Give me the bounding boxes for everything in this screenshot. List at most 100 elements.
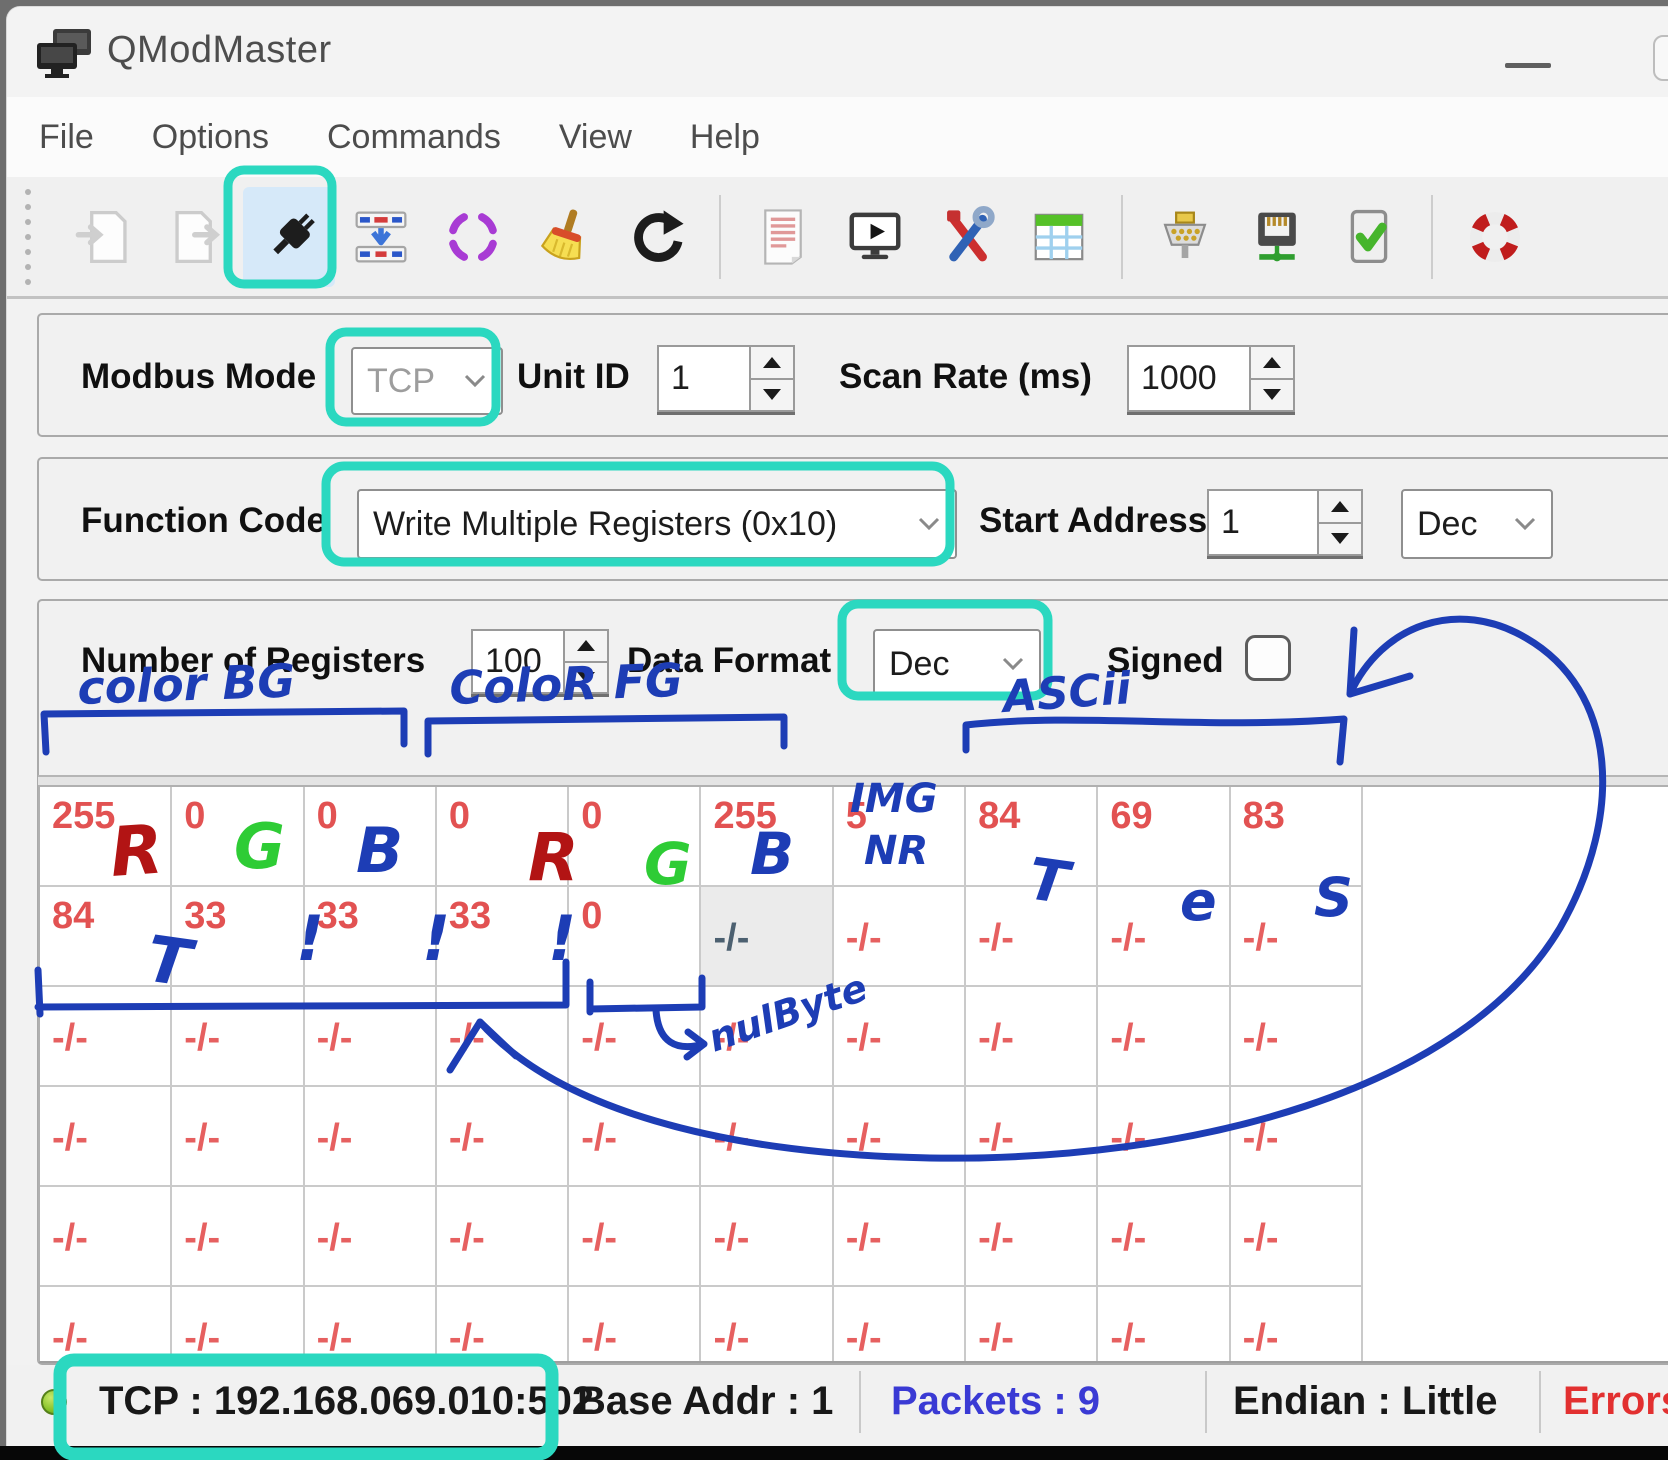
ok-settings-button[interactable] (1323, 187, 1415, 287)
scan-button[interactable] (427, 187, 519, 287)
menu-help[interactable]: Help (690, 118, 760, 157)
register-cell[interactable]: -/- (834, 887, 966, 987)
maximize-button[interactable] (1653, 35, 1668, 81)
clear-button[interactable] (519, 187, 611, 287)
register-cell[interactable]: -/- (1231, 1087, 1363, 1187)
signed-checkbox[interactable] (1245, 635, 1291, 681)
register-cell[interactable]: -/- (1098, 1287, 1230, 1363)
register-cell[interactable]: -/- (701, 1287, 833, 1363)
menu-view[interactable]: View (559, 118, 632, 157)
menu-commands[interactable]: Commands (327, 118, 501, 157)
register-cell[interactable]: -/- (834, 1187, 966, 1287)
register-cell[interactable]: -/- (701, 1087, 833, 1187)
register-cell[interactable]: -/- (1231, 887, 1363, 987)
register-cell[interactable]: -/- (701, 987, 833, 1087)
register-cell[interactable]: 0 (569, 887, 701, 987)
modbus-mode-select[interactable]: TCP (351, 347, 503, 415)
register-cell[interactable]: -/- (437, 987, 569, 1087)
register-cell[interactable]: -/- (1231, 987, 1363, 1087)
register-cell[interactable]: 0 (437, 787, 569, 887)
tools-button[interactable] (921, 187, 1013, 287)
spin-down-button[interactable] (563, 663, 609, 695)
register-cell[interactable]: 84 (966, 787, 1098, 887)
log-button[interactable] (737, 187, 829, 287)
spin-up-button[interactable] (563, 629, 609, 663)
register-cell[interactable]: 0 (305, 787, 437, 887)
spin-down-button[interactable] (1317, 524, 1363, 557)
spin-up-button[interactable] (1249, 345, 1295, 380)
register-cell[interactable]: -/- (437, 1187, 569, 1287)
register-cell[interactable]: 33 (305, 887, 437, 987)
start-address-format-select[interactable]: Dec (1401, 489, 1553, 559)
register-cell[interactable]: -/- (40, 1187, 172, 1287)
register-cell[interactable]: 5 (834, 787, 966, 887)
register-cell[interactable]: 0 (569, 787, 701, 887)
serial-settings-button[interactable] (1139, 187, 1231, 287)
minimize-button[interactable] (1505, 63, 1551, 68)
load-session-button[interactable] (59, 187, 151, 287)
register-cell[interactable]: -/- (1098, 987, 1230, 1087)
register-cell[interactable]: -/- (172, 1187, 304, 1287)
read-write-button[interactable] (335, 187, 427, 287)
register-cell[interactable]: -/- (701, 1187, 833, 1287)
network-settings-button[interactable] (1231, 187, 1323, 287)
toolbar-drag-handle[interactable] (25, 189, 31, 285)
register-cell[interactable]: -/- (1231, 1287, 1363, 1363)
save-session-button[interactable] (151, 187, 243, 287)
register-cell[interactable]: -/- (305, 1287, 437, 1363)
register-cell[interactable]: -/- (305, 1187, 437, 1287)
register-cell[interactable]: -/- (305, 1087, 437, 1187)
about-button[interactable] (1449, 187, 1541, 287)
register-cell[interactable]: -/- (172, 1287, 304, 1363)
register-cell[interactable]: -/- (569, 1287, 701, 1363)
register-cell[interactable]: -/- (966, 1287, 1098, 1363)
register-cell[interactable]: -/- (40, 987, 172, 1087)
reload-button[interactable] (611, 187, 703, 287)
menu-options[interactable]: Options (152, 118, 269, 157)
register-cell[interactable]: -/- (966, 1187, 1098, 1287)
register-cell[interactable]: -/- (834, 1087, 966, 1187)
register-cell[interactable]: -/- (437, 1287, 569, 1363)
data-format-select[interactable]: Dec (873, 629, 1041, 699)
register-cell[interactable]: -/- (966, 987, 1098, 1087)
register-cell[interactable]: 83 (1231, 787, 1363, 887)
bus-monitor-button[interactable] (829, 187, 921, 287)
register-cell[interactable]: -/- (834, 987, 966, 1087)
unit-id-stepper[interactable]: 1 (657, 345, 795, 415)
num-registers-stepper[interactable]: 100 (471, 629, 609, 697)
register-cell[interactable]: 33 (172, 887, 304, 987)
registers-view-button[interactable] (1013, 187, 1105, 287)
scan-rate-stepper[interactable]: 1000 (1127, 345, 1295, 415)
register-cell[interactable]: 69 (1098, 787, 1230, 887)
register-cell[interactable]: 84 (40, 887, 172, 987)
spin-down-button[interactable] (1249, 380, 1295, 413)
register-cell[interactable]: -/- (834, 1287, 966, 1363)
register-cell[interactable]: -/- (966, 1087, 1098, 1187)
function-code-select[interactable]: Write Multiple Registers (0x10) (357, 489, 957, 559)
register-cell[interactable]: -/- (40, 1087, 172, 1187)
start-address-stepper[interactable]: 1 (1207, 489, 1363, 559)
register-cell[interactable]: 255 (701, 787, 833, 887)
register-cell[interactable]: -/- (966, 887, 1098, 987)
menu-file[interactable]: File (39, 118, 94, 157)
register-cell[interactable]: -/- (701, 887, 833, 987)
spin-down-button[interactable] (749, 380, 795, 413)
register-cell[interactable]: -/- (569, 1187, 701, 1287)
register-cell[interactable]: -/- (569, 1087, 701, 1187)
register-cell[interactable]: -/- (1098, 887, 1230, 987)
register-cell[interactable]: 255 (40, 787, 172, 887)
register-cell[interactable]: -/- (437, 1087, 569, 1187)
register-cell[interactable]: -/- (305, 987, 437, 1087)
register-cell[interactable]: -/- (40, 1287, 172, 1363)
register-cell[interactable]: -/- (1098, 1087, 1230, 1187)
register-cell[interactable]: -/- (1098, 1187, 1230, 1287)
register-cell[interactable]: 0 (172, 787, 304, 887)
register-cell[interactable]: -/- (569, 987, 701, 1087)
connect-button[interactable] (243, 187, 335, 287)
spin-up-button[interactable] (1317, 489, 1363, 524)
register-cell[interactable]: 33 (437, 887, 569, 987)
register-cell[interactable]: -/- (1231, 1187, 1363, 1287)
spin-up-button[interactable] (749, 345, 795, 380)
register-cell[interactable]: -/- (172, 1087, 304, 1187)
register-cell[interactable]: -/- (172, 987, 304, 1087)
